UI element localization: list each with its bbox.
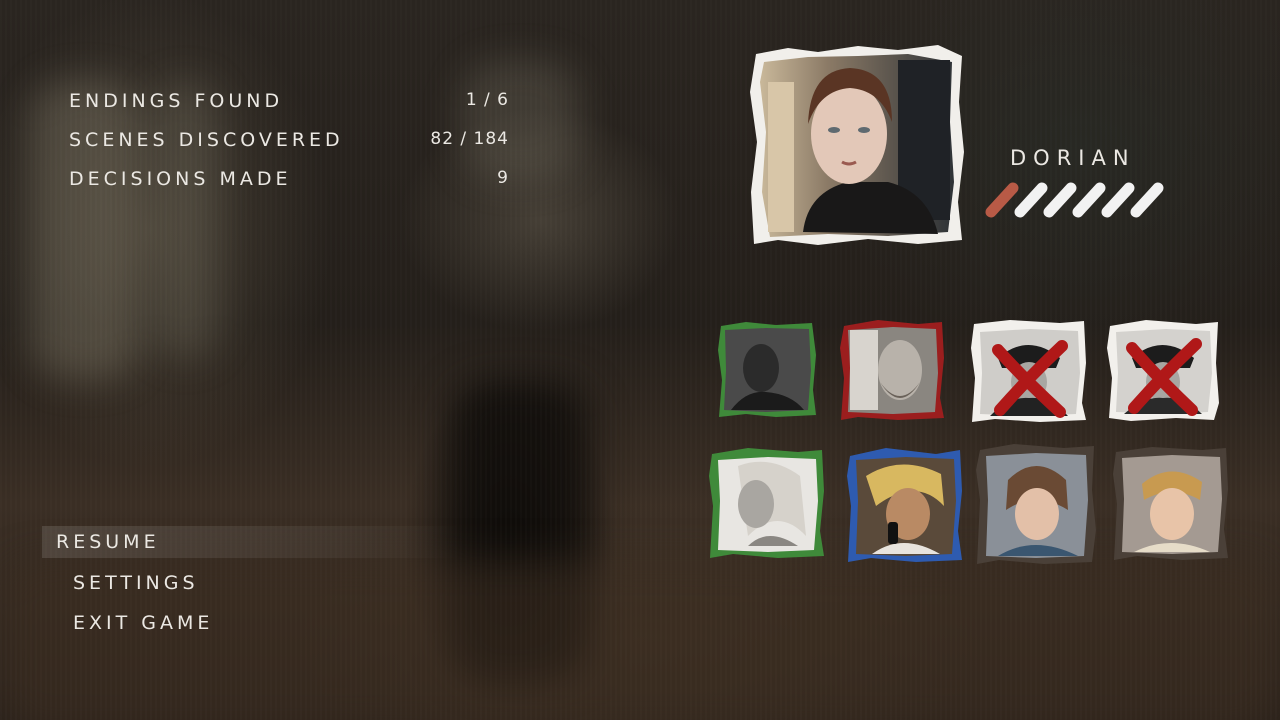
progress-stats: ENDINGS FOUND 1 / 6 SCENES DISCOVERED 82… (69, 90, 509, 207)
main-portrait-image (750, 45, 964, 245)
character-tile-3[interactable] (970, 318, 1088, 424)
character-2-portrait (840, 320, 944, 420)
character-3-portrait (971, 320, 1086, 422)
character-tile-8[interactable] (1112, 444, 1230, 562)
endings-found-value: 1 / 6 (465, 90, 509, 110)
character-5-portrait (709, 448, 824, 558)
relationship-meter-strokes (985, 182, 1164, 218)
scenes-discovered-value: 82 / 184 (430, 129, 509, 149)
decisions-made-value: 9 (497, 168, 509, 188)
background-seated-figure (450, 380, 590, 680)
exit-game-button[interactable]: EXIT GAME (42, 606, 462, 646)
trust-stroke-filled (985, 182, 1019, 218)
resume-button[interactable]: RESUME (42, 526, 462, 558)
trust-stroke-empty (1072, 182, 1106, 218)
character-tile-4[interactable] (1106, 318, 1220, 422)
character-7-portrait (976, 444, 1096, 564)
character-8-portrait (1113, 447, 1228, 560)
main-character-portrait (748, 42, 966, 246)
character-4-portrait (1107, 320, 1219, 421)
trust-stroke-empty (1043, 182, 1077, 218)
scenes-discovered-row: SCENES DISCOVERED 82 / 184 (69, 129, 509, 168)
trust-stroke-empty (1101, 182, 1135, 218)
character-tile-2[interactable] (838, 318, 946, 422)
character-1-portrait (718, 322, 816, 417)
pause-menu: RESUME SETTINGS EXIT GAME (42, 526, 462, 646)
character-tile-6[interactable] (846, 446, 964, 564)
trust-stroke-empty (1130, 182, 1164, 218)
relationship-meter (985, 182, 1170, 218)
trust-stroke-empty (1014, 182, 1048, 218)
endings-found-label: ENDINGS FOUND (69, 90, 284, 112)
character-name: DORIAN (1010, 146, 1136, 170)
settings-button[interactable]: SETTINGS (42, 566, 462, 606)
character-tile-5[interactable] (708, 446, 826, 560)
decisions-made-label: DECISIONS MADE (69, 168, 292, 190)
character-tile-1[interactable] (716, 320, 818, 418)
character-6-portrait (847, 448, 962, 562)
character-tile-7[interactable] (974, 440, 1098, 566)
scenes-discovered-label: SCENES DISCOVERED (69, 129, 344, 151)
decisions-made-row: DECISIONS MADE 9 (69, 168, 509, 207)
endings-found-row: ENDINGS FOUND 1 / 6 (69, 90, 509, 129)
